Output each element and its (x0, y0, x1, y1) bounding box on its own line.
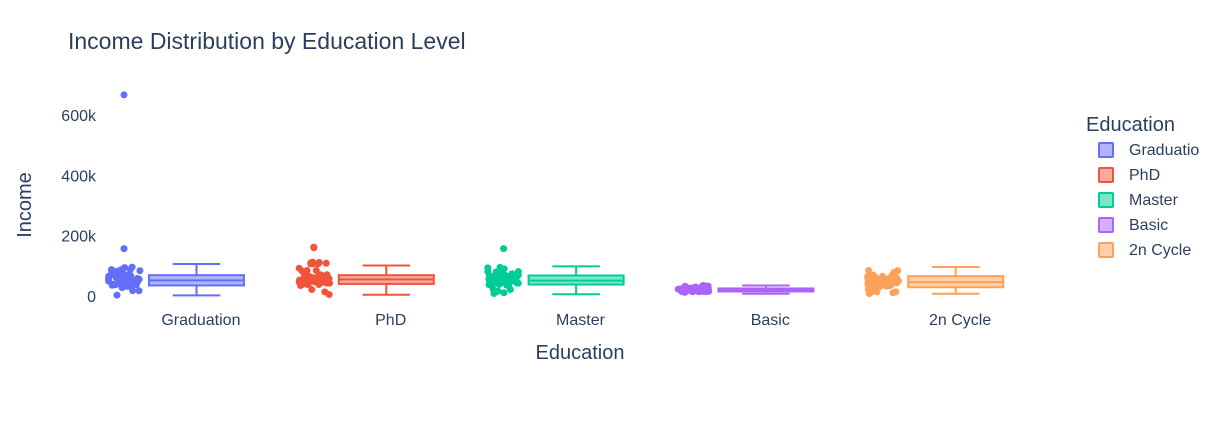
series-master (484, 245, 625, 297)
legend-label: 2n Cycle (1129, 242, 1191, 259)
data-point (317, 278, 325, 286)
data-point (135, 287, 143, 295)
data-point (501, 271, 509, 279)
outlier-point (120, 91, 128, 99)
y-tick-label: 600k (61, 108, 97, 125)
data-point (303, 266, 311, 274)
legend-label: Master (1129, 192, 1179, 209)
data-point (888, 271, 896, 279)
data-point (136, 267, 144, 275)
data-point (321, 288, 329, 296)
x-tick-label: Master (556, 312, 606, 329)
data-point (674, 285, 682, 293)
data-point (865, 266, 873, 274)
data-point (489, 279, 497, 287)
data-point (308, 286, 316, 294)
legend-swatch (1098, 167, 1114, 183)
data-point (494, 287, 502, 295)
data-point (295, 264, 303, 272)
data-point (111, 270, 119, 278)
legend-swatch (1098, 242, 1114, 258)
outlier-point (310, 244, 318, 252)
y-axis-ticks: 0 200k 400k 600k (61, 108, 97, 306)
data-point (871, 273, 879, 281)
outlier-point (500, 245, 508, 253)
data-point (322, 259, 330, 267)
y-tick-label: 400k (61, 168, 97, 185)
y-tick-label: 200k (61, 229, 97, 246)
data-point (326, 279, 334, 287)
data-point (505, 280, 513, 288)
legend-label: PhD (1129, 167, 1160, 184)
data-point (305, 272, 313, 280)
x-tick-label: Basic (751, 312, 790, 329)
data-point (113, 291, 121, 299)
x-tick-label: 2n Cycle (929, 312, 991, 329)
series-2n-cycle (864, 266, 1005, 298)
data-point (889, 289, 897, 297)
x-axis-ticks: Graduation PhD Master Basic 2n Cycle (161, 312, 991, 329)
y-axis-title: Income (14, 172, 36, 238)
legend-swatch (1098, 192, 1114, 208)
data-point (510, 273, 518, 281)
data-point (869, 286, 877, 294)
data-point (297, 279, 305, 287)
x-tick-label: Graduation (161, 312, 240, 329)
data-point (691, 285, 699, 293)
legend-title: Education (1086, 114, 1175, 136)
data-point (315, 272, 323, 280)
data-point (108, 281, 116, 289)
chart-title: Income Distribution by Education Level (68, 28, 466, 54)
y-tick-label: 0 (87, 289, 96, 306)
series-phd (295, 243, 435, 298)
data-point (500, 289, 508, 297)
data-point (682, 286, 690, 294)
data-point (314, 260, 322, 268)
legend-swatch (1098, 217, 1114, 233)
data-point (877, 276, 885, 284)
series-graduation (104, 91, 245, 299)
data-point (135, 275, 143, 283)
x-tick-label: PhD (375, 312, 406, 329)
data-point (129, 287, 137, 295)
outlier-point (120, 245, 128, 253)
x-axis-title: Education (536, 342, 625, 364)
data-point (699, 287, 707, 295)
legend-label: Graduatio (1129, 142, 1199, 159)
legend-swatch (1098, 142, 1114, 158)
legend: Education Graduatio PhD Master Basic 2n Cycl… (1086, 114, 1199, 259)
box-plot-chart: Income Distribution by Education Level 0… (14, 28, 1199, 364)
series-basic (674, 282, 815, 296)
data-point (488, 272, 496, 280)
plot-area (104, 91, 1005, 299)
legend-label: Basic (1129, 217, 1168, 234)
data-point (864, 279, 872, 287)
